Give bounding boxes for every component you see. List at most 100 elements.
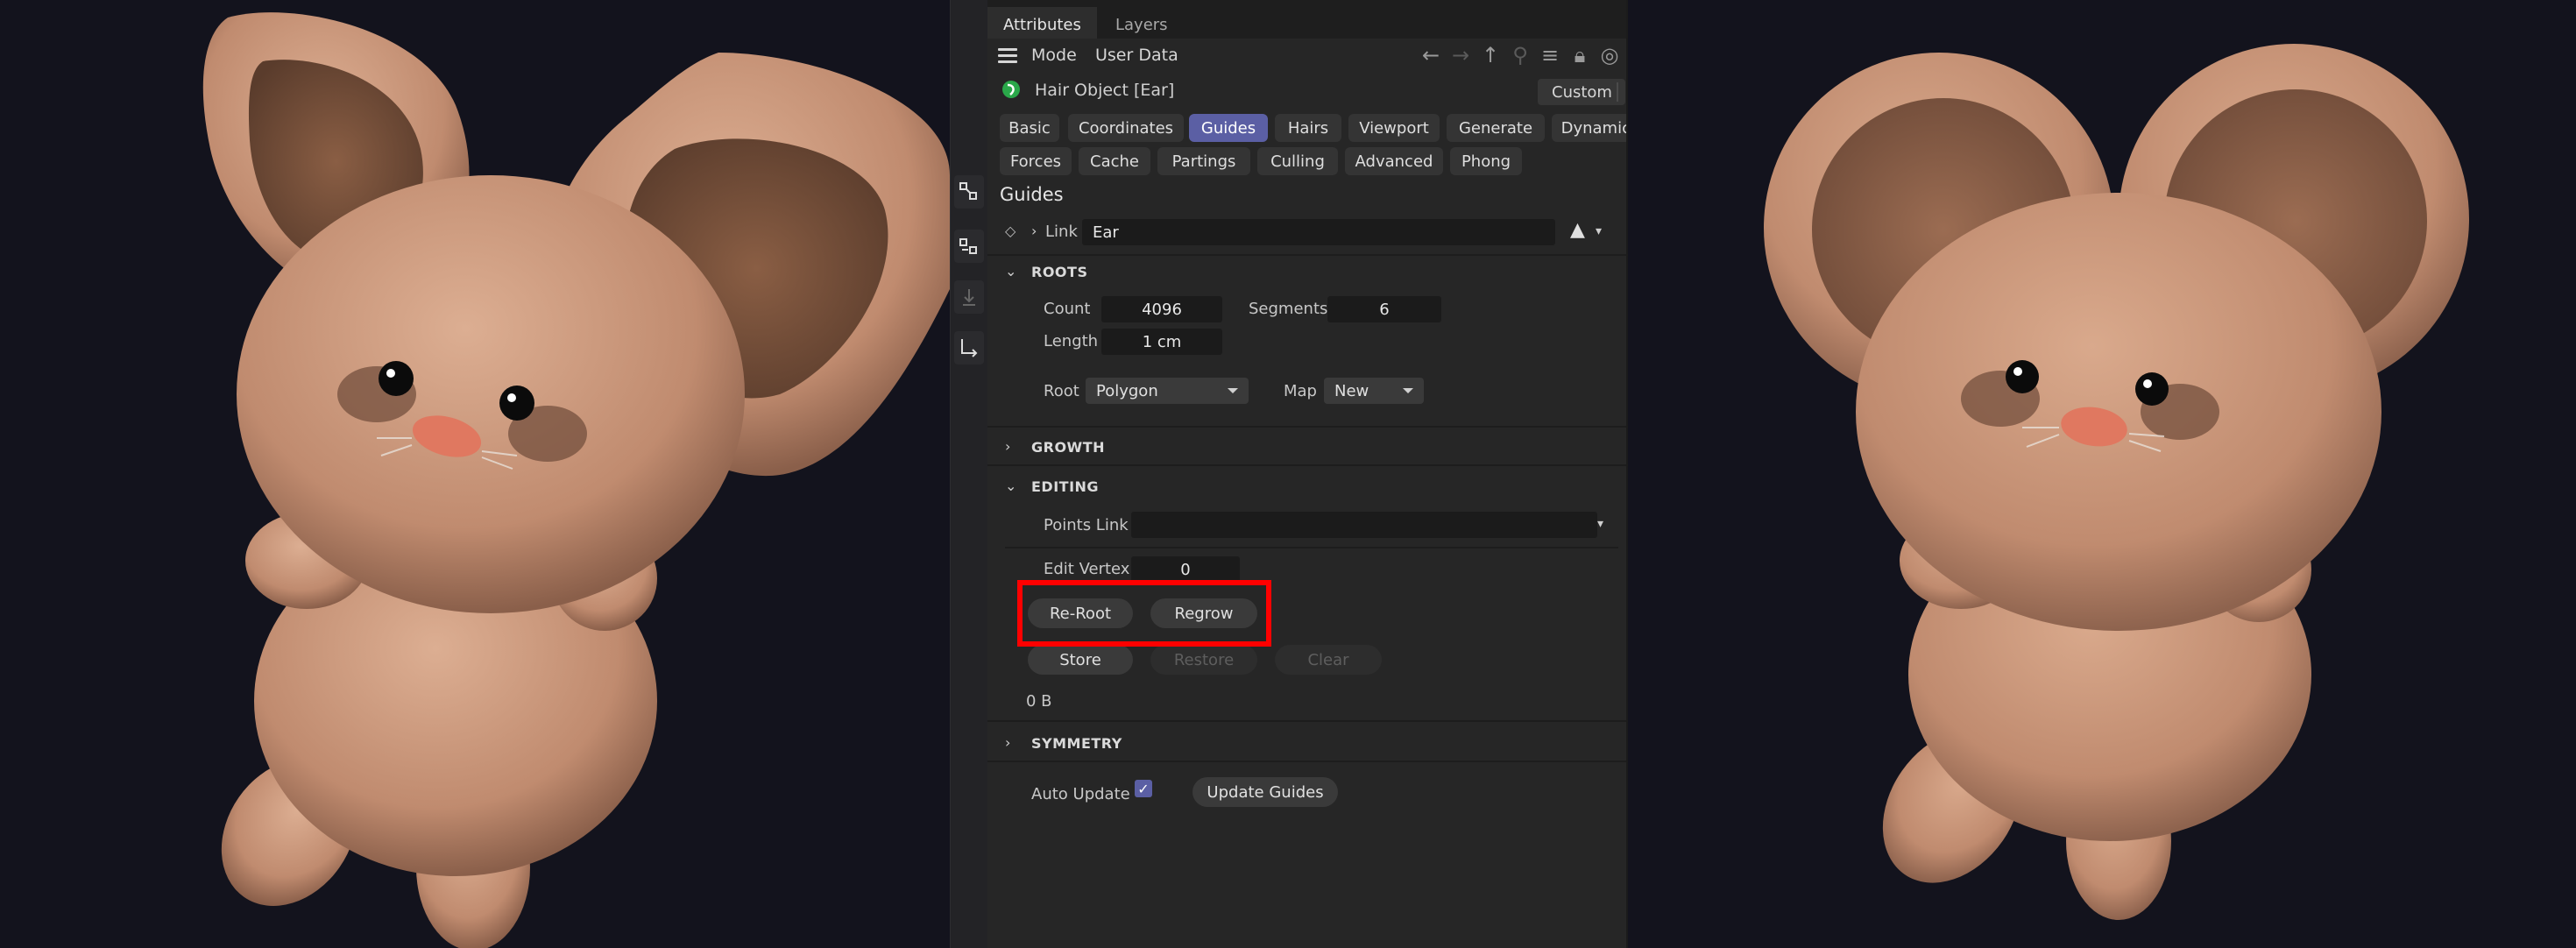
memory-readout: 0 B (1026, 692, 1052, 711)
group-roots[interactable]: ⌄ ROOTS (987, 254, 1626, 289)
group-editing-title: EDITING (1031, 478, 1100, 495)
edit-vertex-field[interactable]: 0 (1131, 556, 1240, 583)
search-icon[interactable]: ⚲ (1507, 42, 1533, 68)
divider (1005, 547, 1618, 548)
length-label: Length (1044, 332, 1099, 350)
filter-icon[interactable]: ≡ (1537, 42, 1563, 68)
segments-field[interactable]: 6 (1327, 296, 1441, 322)
tab-culling[interactable]: Culling (1257, 147, 1338, 175)
divider (987, 426, 1626, 428)
hamburger-menu-icon[interactable] (998, 48, 1017, 63)
root-dropdown[interactable]: Polygon (1086, 378, 1249, 404)
link-row: ◇ › Link Ear ▲ ▾ (987, 217, 1626, 249)
restore-button[interactable]: Restore (1150, 645, 1257, 675)
chevron-right-icon: › (1005, 734, 1011, 751)
tab-dynamics[interactable]: Dynamics (1552, 114, 1626, 142)
tab-cache[interactable]: Cache (1079, 147, 1150, 175)
link-field[interactable]: Ear (1082, 219, 1555, 245)
points-link-label: Points Link (1044, 516, 1129, 534)
segments-value: 6 (1379, 300, 1390, 319)
mouse-render-after (1764, 44, 2469, 920)
preset-dropdown[interactable]: Custom (1538, 79, 1625, 105)
tab-coordinates[interactable]: Coordinates (1068, 114, 1184, 142)
arrow-right-icon[interactable]: → (1447, 42, 1474, 68)
link-value: Ear (1093, 223, 1119, 242)
group-roots-title: ROOTS (1031, 264, 1088, 280)
map-label: Map (1284, 382, 1317, 400)
store-button[interactable]: Store (1028, 645, 1133, 675)
chevron-right-icon[interactable]: › (1031, 223, 1037, 239)
attributes-menubar: Mode User Data ← → ↑ ⚲ ≡ 🔒︎ ◎ (987, 39, 1626, 72)
chevron-down-icon[interactable]: ▾ (1596, 224, 1602, 238)
panel-tabstrip: Attributes Layers (987, 0, 1626, 42)
length-value: 1 cm (1142, 332, 1182, 351)
divider (987, 720, 1626, 722)
group-editing[interactable]: ⌄ EDITING (987, 469, 1626, 504)
chevron-down-icon: ⌄ (1005, 478, 1017, 494)
map-dropdown[interactable]: New (1324, 378, 1424, 404)
highlight-box (1017, 580, 1271, 647)
redirect-icon[interactable] (954, 331, 984, 364)
clear-button[interactable]: Clear (1275, 645, 1382, 675)
menu-user-data[interactable]: User Data (1095, 46, 1178, 65)
tab-attributes[interactable]: Attributes (987, 7, 1097, 42)
triangle-icon[interactable]: ▲ (1570, 219, 1585, 241)
align-tool-icon[interactable] (954, 230, 984, 263)
hair-object-icon (1002, 81, 1020, 98)
tab-forces[interactable]: Forces (1000, 147, 1072, 175)
chevron-down-icon[interactable]: ▾ (1597, 517, 1603, 531)
attributes-panel: Attributes Layers Mode User Data ← → ↑ ⚲… (987, 0, 1628, 948)
chevron-down-icon: ⌄ (1005, 263, 1017, 279)
viewport-left[interactable] (0, 0, 950, 948)
group-symmetry-title: SYMMETRY (1031, 735, 1122, 752)
auto-update-label: Auto Update (1031, 785, 1130, 803)
count-label: Count (1044, 300, 1091, 318)
points-link-field[interactable] (1131, 512, 1597, 538)
divider (987, 464, 1626, 466)
update-guides-button[interactable]: Update Guides (1192, 777, 1338, 807)
tab-hairs[interactable]: Hairs (1275, 114, 1341, 142)
group-symmetry[interactable]: › SYMMETRY (987, 725, 1626, 761)
group-growth[interactable]: › GROWTH (987, 429, 1626, 464)
chevron-right-icon: › (1005, 438, 1011, 455)
arrow-up-icon[interactable]: ↑ (1477, 42, 1504, 68)
tab-guides[interactable]: Guides (1189, 114, 1268, 142)
target-icon[interactable]: ◎ (1596, 42, 1623, 68)
count-value: 4096 (1142, 300, 1182, 319)
object-header: Hair Object [Ear] Custom (987, 74, 1626, 107)
mouse-render-before (202, 12, 950, 948)
divider (987, 761, 1626, 762)
group-growth-title: GROWTH (1031, 439, 1106, 456)
navigation-icons: ← → ↑ ⚲ ≡ 🔒︎ ◎ (1418, 42, 1626, 68)
object-title: Hair Object [Ear] (1035, 81, 1175, 100)
root-value: Polygon (1096, 381, 1158, 400)
caret-down-icon (1228, 388, 1238, 393)
edit-vertex-value: 0 (1180, 560, 1191, 579)
length-field[interactable]: 1 cm (1101, 329, 1222, 355)
viewport-right[interactable] (1628, 0, 2576, 948)
keyframe-diamond-icon[interactable]: ◇ (1005, 223, 1016, 239)
edit-vertex-label: Edit Vertex (1044, 560, 1130, 578)
caret-down-icon (1403, 388, 1413, 393)
tab-viewport[interactable]: Viewport (1348, 114, 1440, 142)
lock-icon[interactable]: 🔒︎ (1567, 42, 1593, 68)
tab-partings[interactable]: Partings (1157, 147, 1250, 175)
tab-basic[interactable]: Basic (1000, 114, 1059, 142)
link-label: Link (1045, 223, 1078, 241)
count-field[interactable]: 4096 (1101, 296, 1222, 322)
menu-mode[interactable]: Mode (1031, 46, 1077, 65)
arrow-left-icon[interactable]: ← (1418, 42, 1444, 68)
root-label: Root (1044, 382, 1079, 400)
download-icon[interactable] (954, 280, 984, 314)
segments-label: Segments (1249, 300, 1328, 318)
auto-update-checkbox[interactable]: ✓ (1135, 780, 1152, 797)
map-value: New (1334, 381, 1369, 400)
tab-layers[interactable]: Layers (1100, 7, 1184, 42)
tab-advanced[interactable]: Advanced (1345, 147, 1443, 175)
preset-separator (1617, 82, 1618, 102)
tab-generate[interactable]: Generate (1447, 114, 1545, 142)
section-title: Guides (1000, 184, 1064, 205)
tool-strip (950, 0, 987, 948)
tab-phong[interactable]: Phong (1450, 147, 1522, 175)
snap-tool-icon[interactable] (954, 175, 984, 209)
